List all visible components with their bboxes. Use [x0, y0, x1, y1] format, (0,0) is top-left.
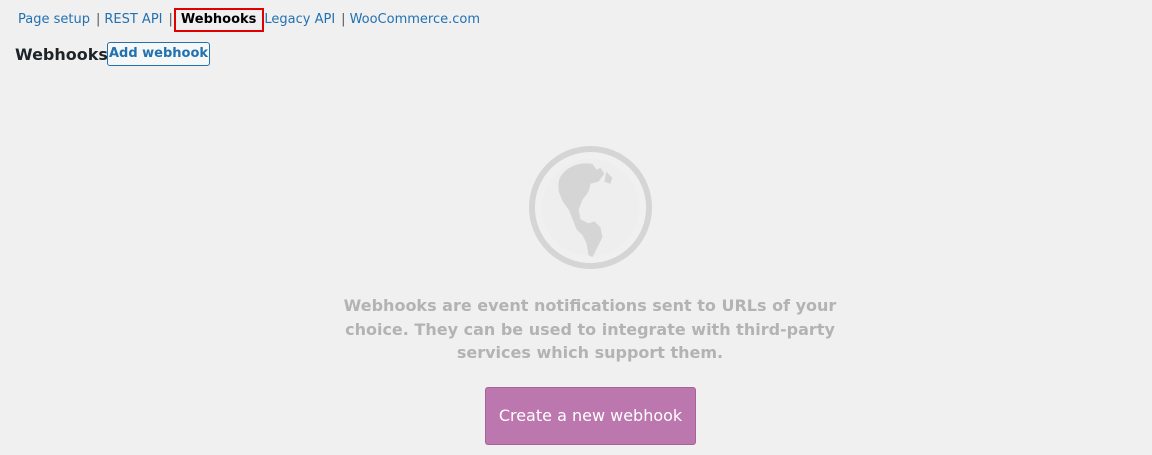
subnav-page-setup[interactable]: Page setup: [18, 11, 90, 29]
empty-state-message: Webhooks are event notifications sent to…: [343, 296, 837, 362]
subnav-rest-api[interactable]: REST API: [104, 11, 162, 29]
subnav-woocommerce-com[interactable]: WooCommerce.com: [350, 11, 480, 29]
page-title: Webhooks: [15, 45, 108, 64]
subnav-webhooks[interactable]: Webhooks: [173, 8, 265, 32]
subnav-legacy-api[interactable]: Legacy API: [264, 11, 335, 29]
add-webhook-button[interactable]: Add webhook: [107, 42, 210, 66]
subnav-separator: |: [168, 12, 173, 27]
create-webhook-button[interactable]: Create a new webhook: [485, 387, 696, 445]
globe-icon: [528, 145, 653, 270]
subnav-separator: |: [341, 12, 346, 27]
subnav-separator: |: [95, 12, 101, 27]
settings-subnav: Page setup | REST API | Webhooks Legacy …: [18, 8, 480, 32]
